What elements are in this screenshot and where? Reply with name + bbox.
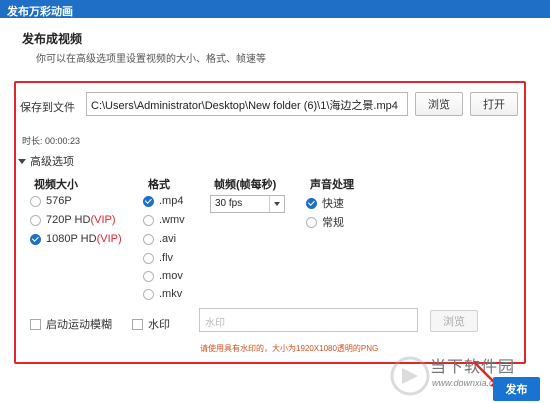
video-size-heading: 视频大小 <box>34 179 78 191</box>
option-label: .mp4 <box>159 195 184 207</box>
file-path-input[interactable]: C:\Users\Administrator\Desktop\New folde… <box>86 92 408 116</box>
watermark-input[interactable]: 水印 <box>199 308 418 332</box>
watermark-checkbox[interactable]: 水印 <box>132 316 170 332</box>
page-title: 发布成视频 <box>22 32 83 46</box>
radio-checked-icon <box>306 197 317 209</box>
size-option-576p[interactable]: 576P <box>30 195 72 207</box>
radio-checked-icon <box>30 233 41 245</box>
publish-button[interactable]: 发布 <box>493 377 540 401</box>
option-label: .wmv <box>159 214 185 226</box>
format-option-mkv[interactable]: .mkv <box>143 288 182 300</box>
format-option-avi[interactable]: .avi <box>143 233 176 245</box>
window-titlebar: 发布万彩动画 <box>0 0 550 18</box>
advanced-options-toggle[interactable]: 高级选项 <box>18 153 74 169</box>
window-title: 发布万彩动画 <box>7 6 73 18</box>
option-label: 1080P HD <box>46 233 97 245</box>
format-option-mov[interactable]: .mov <box>143 270 183 282</box>
caret-down-icon <box>18 158 26 164</box>
audio-option-normal[interactable]: 常规 <box>306 214 344 230</box>
advanced-options-label: 高级选项 <box>30 156 74 168</box>
fps-value: 30 fps <box>215 198 243 209</box>
format-heading: 格式 <box>148 179 170 191</box>
motion-blur-checkbox[interactable]: 启动运动模糊 <box>30 316 112 332</box>
radio-icon <box>143 288 154 300</box>
vip-badge: (VIP) <box>96 233 122 245</box>
page-subtitle: 你可以在高级选项里设置视频的大小、格式、帧速等 <box>36 54 266 65</box>
radio-icon <box>306 216 317 228</box>
vip-badge: (VIP) <box>90 214 116 226</box>
option-label: 快速 <box>322 198 344 210</box>
radio-checked-icon <box>143 195 154 207</box>
option-label: .flv <box>159 252 174 264</box>
option-label: .mkv <box>159 288 183 300</box>
radio-icon <box>30 214 41 226</box>
audio-option-fast[interactable]: 快速 <box>306 195 344 211</box>
watermark-browse-button[interactable]: 浏览 <box>430 310 478 332</box>
radio-icon <box>143 252 154 264</box>
radio-icon <box>143 233 154 245</box>
size-option-720p[interactable]: 720P HD(VIP) <box>30 214 116 226</box>
format-option-wmv[interactable]: .wmv <box>143 214 185 226</box>
option-label: 720P HD <box>46 214 91 226</box>
radio-icon <box>143 214 154 226</box>
motion-blur-label: 启动运动模糊 <box>46 319 112 331</box>
watermark-label: 水印 <box>148 319 170 331</box>
radio-icon <box>30 195 41 207</box>
format-option-flv[interactable]: .flv <box>143 252 173 264</box>
option-label: .mov <box>159 270 183 282</box>
watermark-note: 请使用具有水印的，大小为1920X1080透明的PNG <box>200 344 379 353</box>
format-option-mp4[interactable]: .mp4 <box>143 195 183 207</box>
checkbox-icon <box>132 318 143 330</box>
open-button[interactable]: 打开 <box>470 92 518 116</box>
option-label: .avi <box>159 233 177 245</box>
option-label: 576P <box>46 195 72 207</box>
browse-button[interactable]: 浏览 <box>415 92 463 116</box>
save-to-file-label: 保存到文件 <box>20 102 75 114</box>
size-option-1080p[interactable]: 1080P HD(VIP) <box>30 233 122 245</box>
checkbox-icon <box>30 318 41 330</box>
chevron-down-icon[interactable] <box>269 196 284 212</box>
duration-label: 时长: 00:00:23 <box>22 136 81 146</box>
fps-heading: 帧频(帧每秒) <box>214 179 277 191</box>
audio-heading: 声音处理 <box>310 179 354 191</box>
radio-icon <box>143 270 154 282</box>
fps-select[interactable]: 30 fps <box>210 195 285 213</box>
option-label: 常规 <box>322 217 344 229</box>
